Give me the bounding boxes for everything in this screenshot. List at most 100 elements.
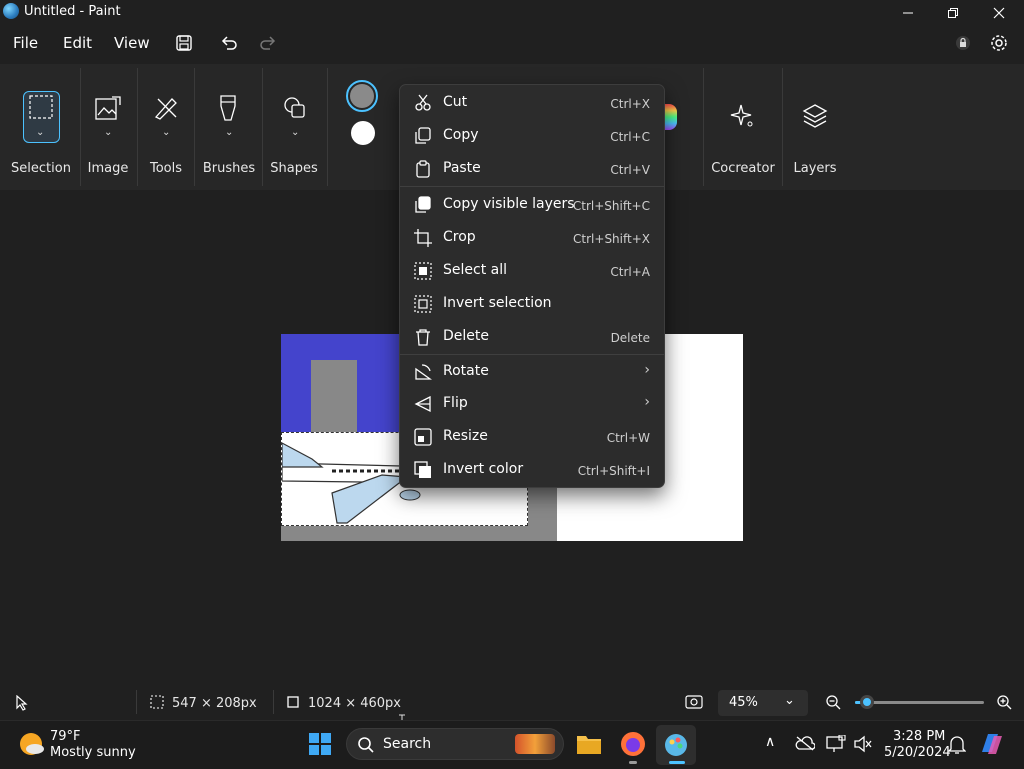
zoom-dropdown[interactable]: 45% ⌄ [718, 690, 808, 716]
crop-icon [414, 229, 432, 247]
ctx-label: Flip [443, 395, 468, 411]
ribbon-divider [262, 68, 263, 186]
resize-icon [414, 428, 432, 446]
ctx-shortcut: Ctrl+Shift+C [572, 199, 650, 213]
title-bar [0, 0, 1024, 26]
ctx-shortcut: Ctrl+X [610, 97, 650, 111]
minimize-button[interactable] [885, 0, 931, 26]
ctx-shortcut: Ctrl+Shift+I [577, 464, 650, 478]
undo-button[interactable] [218, 32, 240, 54]
copilot-button[interactable] [978, 730, 1006, 758]
zoom-value: 45% [729, 695, 758, 710]
ctx-label: Invert color [443, 461, 524, 477]
secondary-color-button[interactable] [351, 121, 375, 145]
fit-to-window-icon[interactable] [685, 694, 703, 710]
brush-icon[interactable] [217, 94, 239, 122]
menu-file[interactable]: File [13, 34, 38, 52]
status-divider [136, 690, 137, 714]
canvas-gray-block [311, 360, 357, 432]
taskbar-time[interactable]: 3:28 PM [893, 729, 945, 744]
ctx-shortcut: Ctrl+Shift+X [573, 232, 650, 246]
settings-button[interactable] [988, 32, 1010, 54]
taskbar-date[interactable]: 5/20/2024 [884, 745, 951, 760]
weather-desc: Mostly sunny [50, 745, 136, 760]
primary-color-swatch [350, 84, 374, 108]
zoom-in-icon[interactable] [996, 694, 1012, 710]
selection-chevron-down-icon[interactable]: ⌄ [36, 127, 44, 138]
windows-icon [309, 733, 331, 755]
redo-icon [260, 36, 276, 50]
gear-icon [991, 35, 1007, 51]
ctx-item-select-all[interactable]: Select all Ctrl+A [400, 256, 664, 286]
restore-button[interactable] [930, 0, 976, 26]
primary-color-button[interactable] [346, 80, 378, 112]
copilot-icon [982, 734, 1002, 754]
save-button[interactable] [173, 32, 195, 54]
zoom-out-icon[interactable] [825, 694, 841, 710]
undo-icon [221, 36, 237, 50]
ctx-item-copy[interactable]: Copy Ctrl+C [400, 121, 664, 151]
onedrive-icon[interactable] [795, 735, 815, 751]
status-divider [273, 690, 274, 714]
brushes-chevron-down-icon[interactable]: ⌄ [225, 127, 233, 138]
ribbon-label-tools: Tools [149, 161, 183, 176]
ctx-item-invert-selection[interactable]: Invert selection [400, 289, 664, 319]
notification-bell-icon[interactable] [948, 735, 966, 755]
tools-icon[interactable] [152, 95, 180, 121]
ribbon-divider [703, 68, 704, 186]
ctx-item-crop[interactable]: Crop Ctrl+Shift+X [400, 223, 664, 253]
paint-app-icon [3, 3, 19, 19]
ctx-shortcut: Delete [610, 331, 650, 345]
volume-muted-icon[interactable] [853, 735, 873, 753]
ctx-item-rotate[interactable]: Rotate › [400, 357, 664, 387]
save-icon [176, 35, 192, 51]
cursor-pointer-icon [16, 695, 28, 711]
ctx-separator [400, 354, 664, 355]
ctx-label: Resize [443, 428, 488, 444]
weather-sun-icon [20, 733, 44, 755]
ctx-item-paste[interactable]: Paste Ctrl+V [400, 154, 664, 184]
taskbar-search[interactable]: Search [346, 728, 564, 760]
weather-widget[interactable] [18, 731, 44, 757]
ctx-label: Crop [443, 229, 476, 245]
ribbon-label-cocreator: Cocreator [711, 161, 775, 176]
ctx-item-copy-visible-layers[interactable]: Copy visible layers Ctrl+Shift+C [400, 190, 664, 220]
start-button[interactable] [308, 732, 332, 756]
canvas-size-icon [287, 696, 299, 708]
ctx-item-delete[interactable]: Delete Delete [400, 322, 664, 352]
edit-colors-icon[interactable] [663, 104, 677, 130]
taskbar-file-explorer[interactable] [576, 733, 602, 755]
ribbon-divider [137, 68, 138, 186]
tools-chevron-down-icon[interactable]: ⌄ [162, 127, 170, 138]
account-button[interactable] [953, 32, 973, 54]
shapes-chevron-down-icon[interactable]: ⌄ [291, 127, 299, 138]
taskbar-firefox[interactable] [620, 731, 646, 757]
invert-selection-icon [414, 295, 432, 313]
zoom-slider-track[interactable] [855, 701, 984, 704]
ribbon-divider [782, 68, 783, 186]
taskbar-paint[interactable] [656, 725, 696, 765]
ctx-item-invert-color[interactable]: Invert color Ctrl+Shift+I [400, 455, 664, 485]
display-icon[interactable] [826, 735, 846, 753]
ribbon-divider [194, 68, 195, 186]
sparkle-icon[interactable] [729, 103, 755, 129]
shapes-icon[interactable] [282, 95, 308, 121]
image-icon[interactable] [94, 95, 122, 121]
firefox-running-indicator [629, 761, 637, 764]
menu-view[interactable]: View [114, 34, 150, 52]
ctx-item-flip[interactable]: Flip › [400, 389, 664, 419]
ctx-item-cut[interactable]: Cut Ctrl+X [400, 88, 664, 118]
image-chevron-down-icon[interactable]: ⌄ [104, 127, 112, 138]
layers-icon[interactable] [802, 103, 828, 129]
minimize-icon [903, 12, 913, 14]
close-button[interactable] [976, 0, 1022, 26]
folder-icon [577, 736, 601, 754]
rotate-icon [414, 363, 432, 381]
context-menu: Cut Ctrl+X Copy Ctrl+C Paste Ctrl+V Copy… [399, 84, 665, 488]
redo-button[interactable] [257, 32, 279, 54]
show-hidden-icons-chevron-up-icon[interactable]: ∧ [765, 734, 775, 750]
ctx-item-resize[interactable]: Resize Ctrl+W [400, 422, 664, 452]
menu-edit[interactable]: Edit [63, 34, 92, 52]
ribbon-label-image: Image [87, 161, 129, 176]
ctx-label: Select all [443, 262, 507, 278]
